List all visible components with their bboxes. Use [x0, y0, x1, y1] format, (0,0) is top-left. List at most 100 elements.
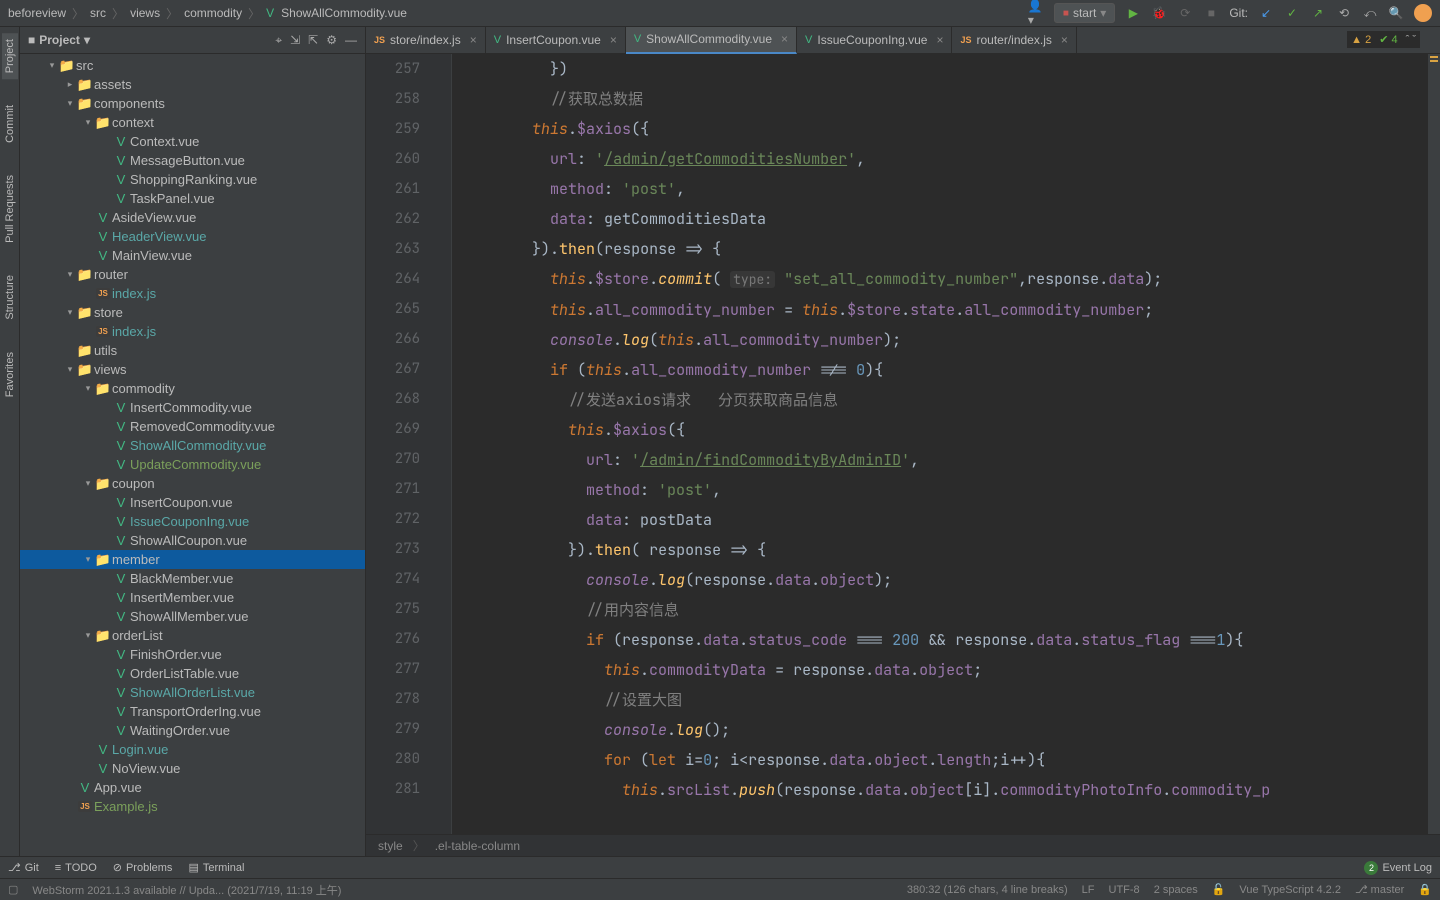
tree-item[interactable]: VBlackMember.vue — [20, 569, 365, 588]
indent-setting[interactable]: 2 spaces — [1154, 884, 1198, 896]
git-push-icon[interactable]: ↗ — [1310, 5, 1326, 21]
tree-item[interactable]: VTaskPanel.vue — [20, 189, 365, 208]
tree-item[interactable]: VInsertCommodity.vue — [20, 398, 365, 417]
git-commit-icon[interactable]: ✓ — [1284, 5, 1300, 21]
breadcrumb-segment[interactable]: beforeview — [8, 6, 66, 20]
code-editor[interactable]: }) //获取总数据 this.$axios({ url: '/admin/ge… — [452, 54, 1428, 834]
tree-item[interactable]: JSindex.js — [20, 284, 365, 303]
tree-item[interactable]: JSExample.js — [20, 797, 365, 816]
inspections-widget[interactable]: ▲ 2 ✔ 4 ˆ ˇ — [1347, 31, 1420, 48]
close-icon[interactable]: × — [1061, 33, 1068, 47]
tree-item[interactable]: VFinishOrder.vue — [20, 645, 365, 664]
editor-breadcrumb[interactable]: style〉.el-table-column — [366, 834, 1440, 856]
structure-breadcrumb-item[interactable]: .el-table-column — [435, 839, 520, 853]
read-only-icon[interactable]: 🔓 — [1212, 883, 1226, 896]
tool-tab-commit[interactable]: Commit — [2, 99, 18, 149]
terminal-tool-button[interactable]: ▤ Terminal — [188, 861, 244, 874]
tree-item[interactable]: ▾📁coupon — [20, 474, 365, 493]
tree-item[interactable]: ▾📁router — [20, 265, 365, 284]
event-log-button[interactable]: 2 Event Log — [1364, 861, 1432, 875]
file-encoding[interactable]: UTF-8 — [1109, 884, 1140, 896]
tree-item[interactable]: VShoppingRanking.vue — [20, 170, 365, 189]
tree-item[interactable]: 📁utils — [20, 341, 365, 360]
tree-item[interactable]: VShowAllCoupon.vue — [20, 531, 365, 550]
structure-breadcrumb-item[interactable]: style — [378, 839, 403, 853]
close-icon[interactable]: × — [781, 32, 788, 46]
collapse-all-icon[interactable]: ⇱ — [308, 33, 318, 48]
editor-tab[interactable]: VShowAllCommodity.vue× — [626, 27, 797, 54]
tree-item[interactable]: VTransportOrderIng.vue — [20, 702, 365, 721]
locate-icon[interactable]: ⌖ — [275, 33, 282, 48]
project-tree[interactable]: ▾📁src▸📁assets▾📁components▾📁contextVConte… — [20, 54, 365, 856]
run-button[interactable]: ▶ — [1125, 5, 1141, 21]
editor-tab[interactable]: VInsertCoupon.vue× — [486, 27, 626, 54]
search-icon[interactable]: 🔍 — [1388, 5, 1404, 21]
line-number-gutter[interactable]: 2572582592602612622632642652662672682692… — [366, 54, 438, 834]
breadcrumb-segment[interactable]: views — [130, 6, 160, 20]
tool-tab-structure[interactable]: Structure — [2, 269, 18, 326]
tree-item[interactable]: ▾📁views — [20, 360, 365, 379]
tree-item[interactable]: VMainView.vue — [20, 246, 365, 265]
hide-icon[interactable]: — — [345, 33, 357, 48]
todo-tool-button[interactable]: ≡ TODO — [55, 862, 97, 874]
problems-tool-button[interactable]: ⊘ Problems — [113, 861, 173, 874]
close-icon[interactable]: × — [610, 33, 617, 47]
run-configuration-selector[interactable]: ■start▾ — [1054, 3, 1115, 23]
tree-item[interactable]: VShowAllMember.vue — [20, 607, 365, 626]
tree-item[interactable]: VAsideView.vue — [20, 208, 365, 227]
tree-item[interactable]: ▾📁components — [20, 94, 365, 113]
close-icon[interactable]: × — [936, 33, 943, 47]
tree-item[interactable]: ▾📁context — [20, 113, 365, 132]
tree-item[interactable]: VShowAllOrderList.vue — [20, 683, 365, 702]
tree-item[interactable]: VIssueCouponIng.vue — [20, 512, 365, 531]
tree-item[interactable]: ▾📁member — [20, 550, 365, 569]
git-branch[interactable]: ⎇ master — [1355, 883, 1404, 896]
tree-item[interactable]: ▾📁src — [20, 56, 365, 75]
tree-item[interactable]: ▸📁assets — [20, 75, 365, 94]
tree-item[interactable]: ▾📁orderList — [20, 626, 365, 645]
tree-item[interactable]: ▾📁commodity — [20, 379, 365, 398]
breadcrumb-segment[interactable]: ShowAllCommodity.vue — [281, 6, 407, 20]
language-service[interactable]: Vue TypeScript 4.2.2 — [1239, 884, 1341, 896]
inspection-nav[interactable]: ˆ ˇ — [1406, 34, 1416, 46]
debug-button[interactable]: 🐞 — [1151, 5, 1167, 21]
tool-tab-favorites[interactable]: Favorites — [2, 346, 18, 403]
tree-item[interactable]: VMessageButton.vue — [20, 151, 365, 170]
tree-item[interactable]: VOrderListTable.vue — [20, 664, 365, 683]
breadcrumb-segment[interactable]: src — [90, 6, 106, 20]
line-separator[interactable]: LF — [1082, 884, 1095, 896]
fold-strip[interactable] — [438, 54, 452, 834]
tree-item[interactable]: VRemovedCommodity.vue — [20, 417, 365, 436]
rollback-icon[interactable]: ⤺ — [1362, 5, 1378, 21]
tree-item[interactable]: VWaitingOrder.vue — [20, 721, 365, 740]
breadcrumb[interactable]: beforeview〉src〉views〉commodity〉VShowAllC… — [8, 5, 407, 22]
breadcrumb-segment[interactable]: commodity — [184, 6, 242, 20]
tree-item[interactable]: VInsertCoupon.vue — [20, 493, 365, 512]
editor-tab[interactable]: JSstore/index.js× — [366, 27, 486, 54]
editor-tab[interactable]: JSrouter/index.js× — [952, 27, 1076, 54]
tool-tab-pull-requests[interactable]: Pull Requests — [2, 169, 18, 249]
memory-indicator[interactable]: 🔒 — [1418, 883, 1432, 896]
tree-item[interactable]: VUpdateCommodity.vue — [20, 455, 365, 474]
tree-item[interactable]: ▾📁store — [20, 303, 365, 322]
editor-tab[interactable]: VIssueCouponIng.vue× — [797, 27, 952, 54]
caret-position[interactable]: 380:32 (126 chars, 4 line breaks) — [907, 884, 1068, 896]
warnings-count[interactable]: ▲ 2 — [1351, 34, 1371, 46]
error-stripe[interactable] — [1428, 54, 1440, 834]
history-icon[interactable]: ⟲ — [1336, 5, 1352, 21]
project-panel-title[interactable]: ■ Project ▾ — [28, 33, 90, 47]
tree-item[interactable]: JSindex.js — [20, 322, 365, 341]
expand-all-icon[interactable]: ⇲ — [290, 33, 300, 48]
tree-item[interactable]: VInsertMember.vue — [20, 588, 365, 607]
tree-item[interactable]: VNoView.vue — [20, 759, 365, 778]
tool-tab-project[interactable]: Project — [2, 33, 18, 79]
git-tool-button[interactable]: ⎇ Git — [8, 861, 39, 874]
status-icon[interactable]: ▢ — [8, 883, 18, 896]
avatar[interactable] — [1414, 4, 1432, 22]
tree-item[interactable]: VLogin.vue — [20, 740, 365, 759]
user-icon[interactable]: 👤▾ — [1028, 5, 1044, 21]
tree-item[interactable]: VShowAllCommodity.vue — [20, 436, 365, 455]
close-icon[interactable]: × — [470, 33, 477, 47]
tree-item[interactable]: VApp.vue — [20, 778, 365, 797]
typos-count[interactable]: ✔ 4 — [1379, 33, 1397, 46]
